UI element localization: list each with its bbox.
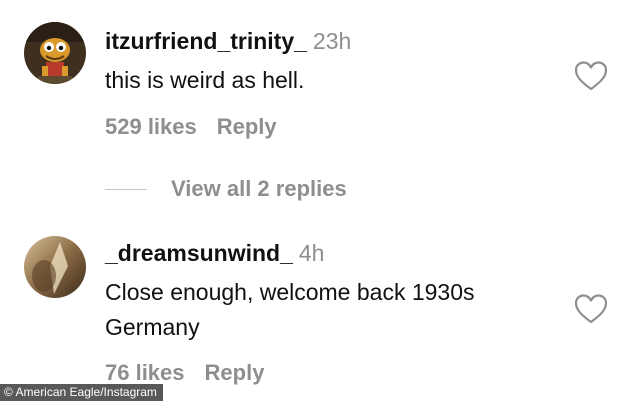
cartoon-character-avatar[interactable] <box>24 22 86 84</box>
comment-text: this is weird as hell. <box>105 67 305 93</box>
likes-count[interactable]: 529 likes <box>105 114 197 139</box>
comment-actions: 529 likes Reply <box>105 114 277 140</box>
reply-button[interactable]: Reply <box>217 114 277 139</box>
likes-count[interactable]: 76 likes <box>105 360 185 385</box>
photo-credit: © American Eagle/Instagram <box>0 384 163 401</box>
comment-item: itzurfriend_trinity_ 23h this is weird as… <box>0 0 634 170</box>
divider-line <box>105 188 147 190</box>
photo-credit-text: American Eagle/Instagram <box>15 385 157 399</box>
username[interactable]: _dreamsunwind_ <box>105 240 293 266</box>
comment-actions: 76 likes Reply <box>105 360 264 386</box>
reply-button[interactable]: Reply <box>205 360 265 385</box>
copyright-icon: © <box>4 385 13 399</box>
comment-body: _dreamsunwind_ 4h Close enough, welcome b… <box>105 242 545 345</box>
heart-outline-icon[interactable] <box>574 293 608 325</box>
timestamp: 23h <box>312 28 352 54</box>
timestamp: 4h <box>298 240 325 266</box>
username[interactable]: itzurfriend_trinity_ <box>105 28 307 54</box>
comment-text: Close enough, welcome back 1930s Germany <box>105 279 475 340</box>
view-replies-label: View all 2 replies <box>171 176 347 201</box>
view-replies-button[interactable]: View all 2 replies <box>105 176 347 202</box>
heart-outline-icon[interactable] <box>574 60 608 92</box>
comment-header: _dreamsunwind_ 4h <box>105 242 545 265</box>
blurred-photo-avatar[interactable] <box>24 236 86 298</box>
comment-item: _dreamsunwind_ 4h Close enough, welcome b… <box>0 220 634 401</box>
comment-header: itzurfriend_trinity_ 23h <box>105 30 351 53</box>
comment-body: itzurfriend_trinity_ 23h this is weird as… <box>105 30 351 98</box>
